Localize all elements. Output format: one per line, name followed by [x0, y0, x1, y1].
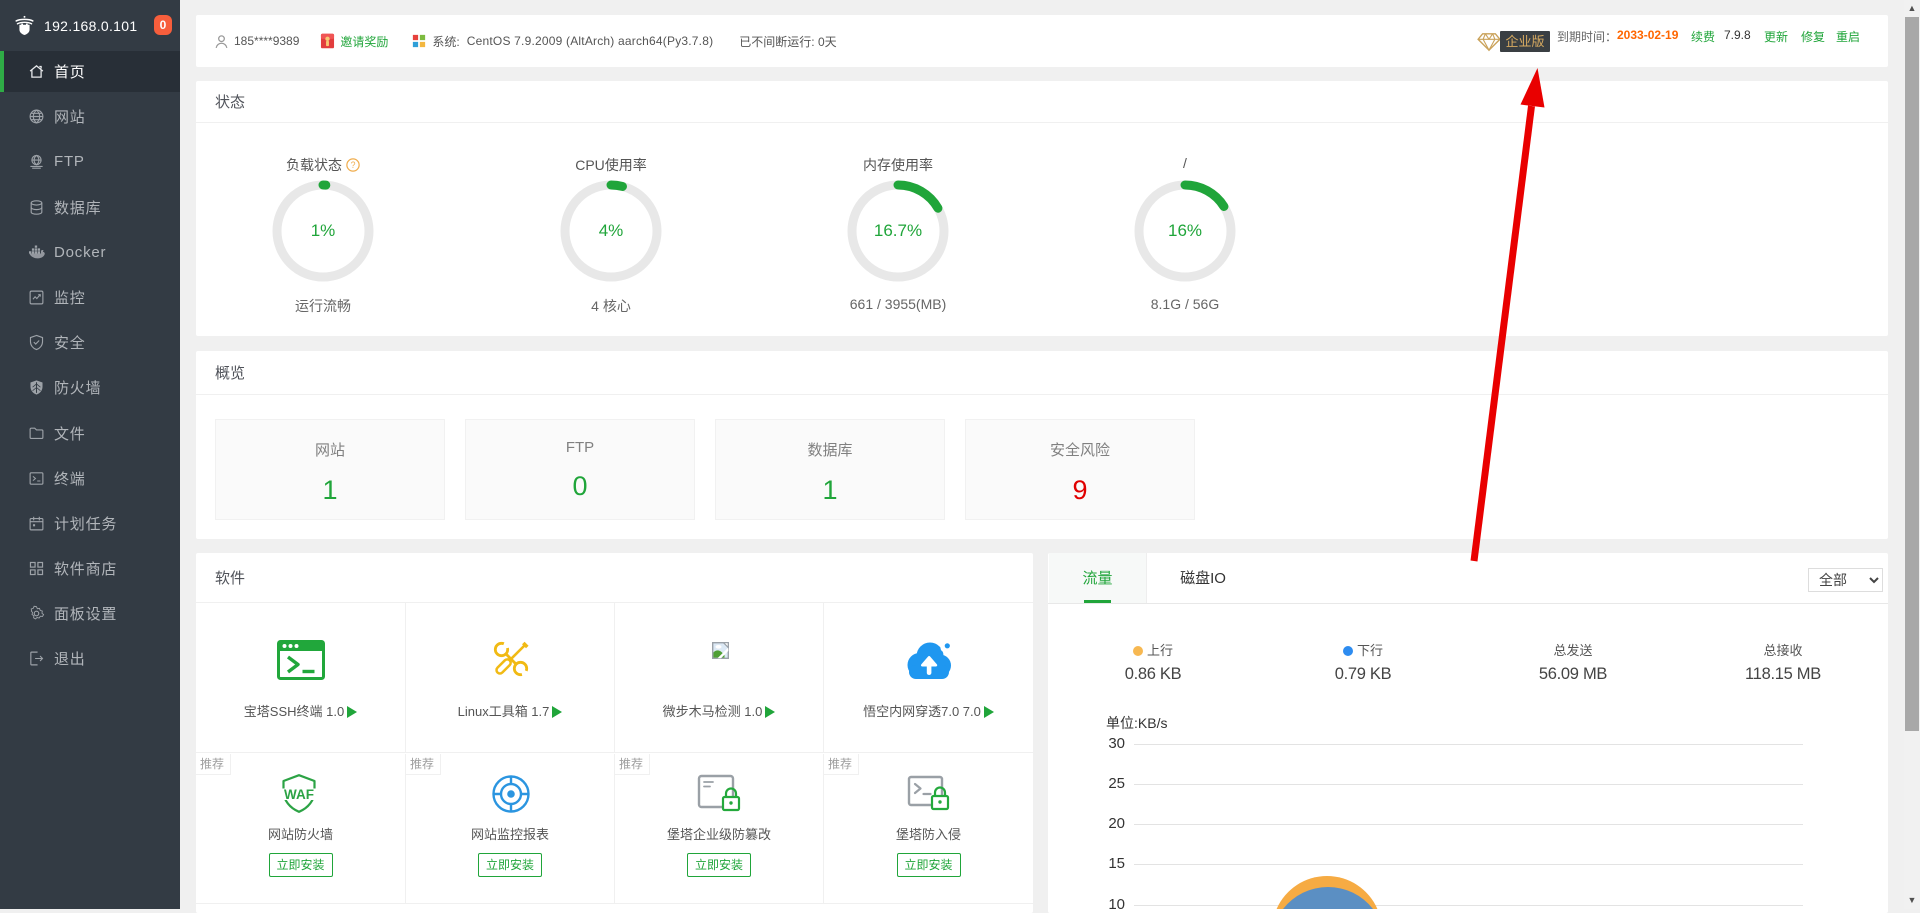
svg-text:WAF: WAF — [284, 787, 314, 802]
svg-text:?: ? — [351, 160, 356, 170]
